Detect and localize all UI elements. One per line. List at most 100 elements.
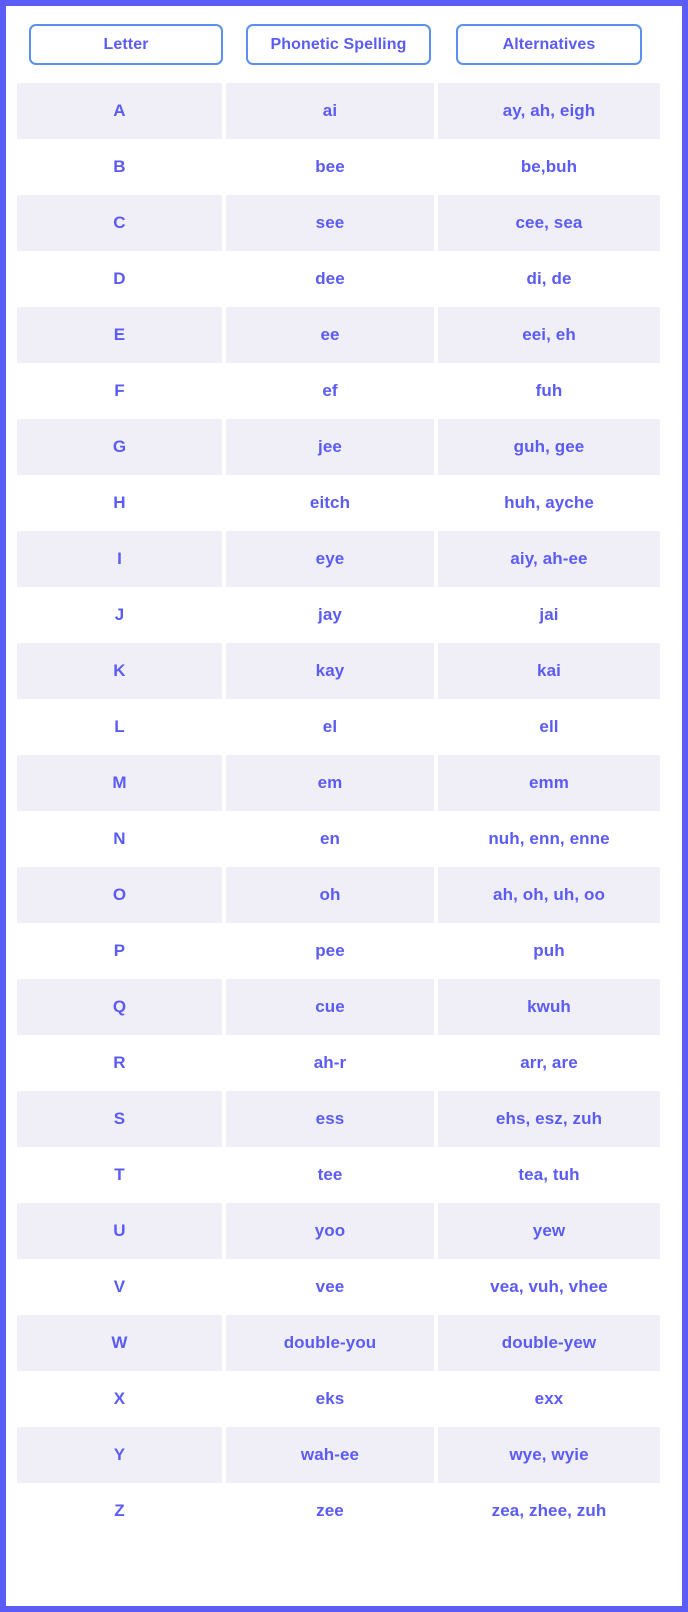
table-row: Mem emm	[17, 755, 671, 811]
cell-letter: H	[113, 493, 126, 512]
cell-phonetic-spelling: kay	[226, 643, 434, 699]
table-row: Heitch huh, ayche	[17, 475, 671, 531]
cell-alternatives: tea, tuh	[518, 1165, 580, 1184]
cell-letter: W	[17, 1315, 222, 1371]
cell-alternatives: be,buh	[520, 157, 578, 176]
table-row: Ppee puh	[17, 923, 671, 979]
table-row: Ieye aiy, ah-ee	[17, 531, 671, 587]
table-row: Uyoo yew	[17, 1203, 671, 1259]
cell-letter: X	[113, 1389, 126, 1408]
cell-letter: M	[17, 755, 222, 811]
cell-alternatives: ell	[539, 717, 559, 736]
table-row: Wdouble-you double-yew	[17, 1315, 671, 1371]
table-row: Ooh ah, oh, uh, oo	[17, 867, 671, 923]
cell-phonetic-spelling: eitch	[309, 493, 351, 512]
column-header-phonetic-spelling-label: Phonetic Spelling	[270, 35, 407, 53]
cell-phonetic-spelling: dee	[315, 269, 345, 288]
cell-alternatives: vea, vuh, vhee	[490, 1277, 608, 1296]
table-row: Lel ell	[17, 699, 671, 755]
cell-alternatives: arr, are	[520, 1053, 578, 1072]
cell-phonetic-spelling: yoo	[226, 1203, 434, 1259]
cell-letter: A	[17, 83, 222, 139]
cell-letter: R	[113, 1053, 126, 1072]
cell-phonetic-spelling: ess	[226, 1091, 434, 1147]
cell-letter: J	[114, 605, 125, 624]
column-header-letter: Letter	[29, 24, 223, 65]
phonetic-alphabet-table-card: Letter Phonetic Spelling Alternatives Aa…	[0, 0, 688, 1612]
cell-phonetic-spelling: wah-ee	[226, 1427, 434, 1483]
cell-letter: G	[17, 419, 222, 475]
cell-phonetic-spelling: ai	[226, 83, 434, 139]
cell-alternatives: zea, zhee, zuh	[491, 1501, 607, 1520]
table-row: Rah-r arr, are	[17, 1035, 671, 1091]
cell-alternatives: emm	[438, 755, 660, 811]
table-row: Bbee be,buh	[17, 139, 671, 195]
cell-phonetic-spelling: eye	[226, 531, 434, 587]
cell-letter: V	[113, 1277, 126, 1296]
table-body: Aai ay, ah, eigh Bbee be,buh Csee cee, sea Dde…	[6, 83, 682, 1539]
table-header-row: Letter Phonetic Spelling Alternatives	[6, 6, 682, 83]
cell-phonetic-spelling: jay	[318, 605, 342, 624]
cell-alternatives: double-yew	[438, 1315, 660, 1371]
cell-letter: P	[113, 941, 126, 960]
cell-alternatives: aiy, ah-ee	[438, 531, 660, 587]
cell-phonetic-spelling: oh	[226, 867, 434, 923]
cell-alternatives: wye, wyie	[438, 1427, 660, 1483]
column-header-letter-label: Letter	[103, 35, 149, 53]
cell-alternatives: fuh	[535, 381, 563, 400]
cell-alternatives: ehs, esz, zuh	[438, 1091, 660, 1147]
cell-letter: Q	[17, 979, 222, 1035]
cell-letter: E	[17, 307, 222, 363]
cell-phonetic-spelling: ee	[226, 307, 434, 363]
cell-alternatives: eei, eh	[438, 307, 660, 363]
cell-alternatives: exx	[534, 1389, 564, 1408]
table-row: Eee eei, eh	[17, 307, 671, 363]
table-row: Fef fuh	[17, 363, 671, 419]
cell-alternatives: guh, gee	[438, 419, 660, 475]
cell-alternatives: nuh, enn, enne	[488, 829, 610, 848]
table-row: Nen nuh, enn, enne	[17, 811, 671, 867]
cell-alternatives: huh, ayche	[504, 493, 594, 512]
table-row: Vvee vea, vuh, vhee	[17, 1259, 671, 1315]
column-header-phonetic-spelling: Phonetic Spelling	[246, 24, 431, 65]
cell-phonetic-spelling: vee	[315, 1277, 345, 1296]
cell-letter: K	[17, 643, 222, 699]
cell-letter: D	[113, 269, 126, 288]
cell-alternatives: puh	[533, 941, 565, 960]
cell-phonetic-spelling: eks	[315, 1389, 345, 1408]
cell-alternatives: yew	[438, 1203, 660, 1259]
cell-alternatives: di, de	[526, 269, 572, 288]
cell-phonetic-spelling: jee	[226, 419, 434, 475]
cell-letter: L	[114, 717, 125, 736]
table-row: Sess ehs, esz, zuh	[17, 1091, 671, 1147]
cell-letter: U	[17, 1203, 222, 1259]
cell-letter: Y	[17, 1427, 222, 1483]
table-row: Xeks exx	[17, 1371, 671, 1427]
cell-letter: B	[113, 157, 126, 176]
table-row: Ddee di, de	[17, 251, 671, 307]
table-row: Gjee guh, gee	[17, 419, 671, 475]
cell-phonetic-spelling: bee	[315, 157, 345, 176]
table-row: Jjay jai	[17, 587, 671, 643]
table-row: Csee cee, sea	[17, 195, 671, 251]
cell-letter: T	[114, 1165, 125, 1184]
column-header-alternatives: Alternatives	[456, 24, 642, 65]
cell-letter: F	[114, 381, 125, 400]
cell-alternatives: kwuh	[438, 979, 660, 1035]
cell-alternatives: ah, oh, uh, oo	[438, 867, 660, 923]
table-row: Zzee zea, zhee, zuh	[17, 1483, 671, 1539]
cell-phonetic-spelling: tee	[317, 1165, 343, 1184]
cell-alternatives: cee, sea	[438, 195, 660, 251]
cell-phonetic-spelling: en	[319, 829, 341, 848]
cell-phonetic-spelling: em	[226, 755, 434, 811]
table-row: Ttee tea, tuh	[17, 1147, 671, 1203]
cell-alternatives: jai	[539, 605, 559, 624]
cell-letter: C	[17, 195, 222, 251]
cell-phonetic-spelling: el	[322, 717, 338, 736]
cell-phonetic-spelling: pee	[315, 941, 345, 960]
cell-letter: S	[17, 1091, 222, 1147]
cell-phonetic-spelling: see	[226, 195, 434, 251]
table-row: Ywah-ee wye, wyie	[17, 1427, 671, 1483]
cell-phonetic-spelling: ef	[322, 381, 338, 400]
table-row: Aai ay, ah, eigh	[17, 83, 671, 139]
